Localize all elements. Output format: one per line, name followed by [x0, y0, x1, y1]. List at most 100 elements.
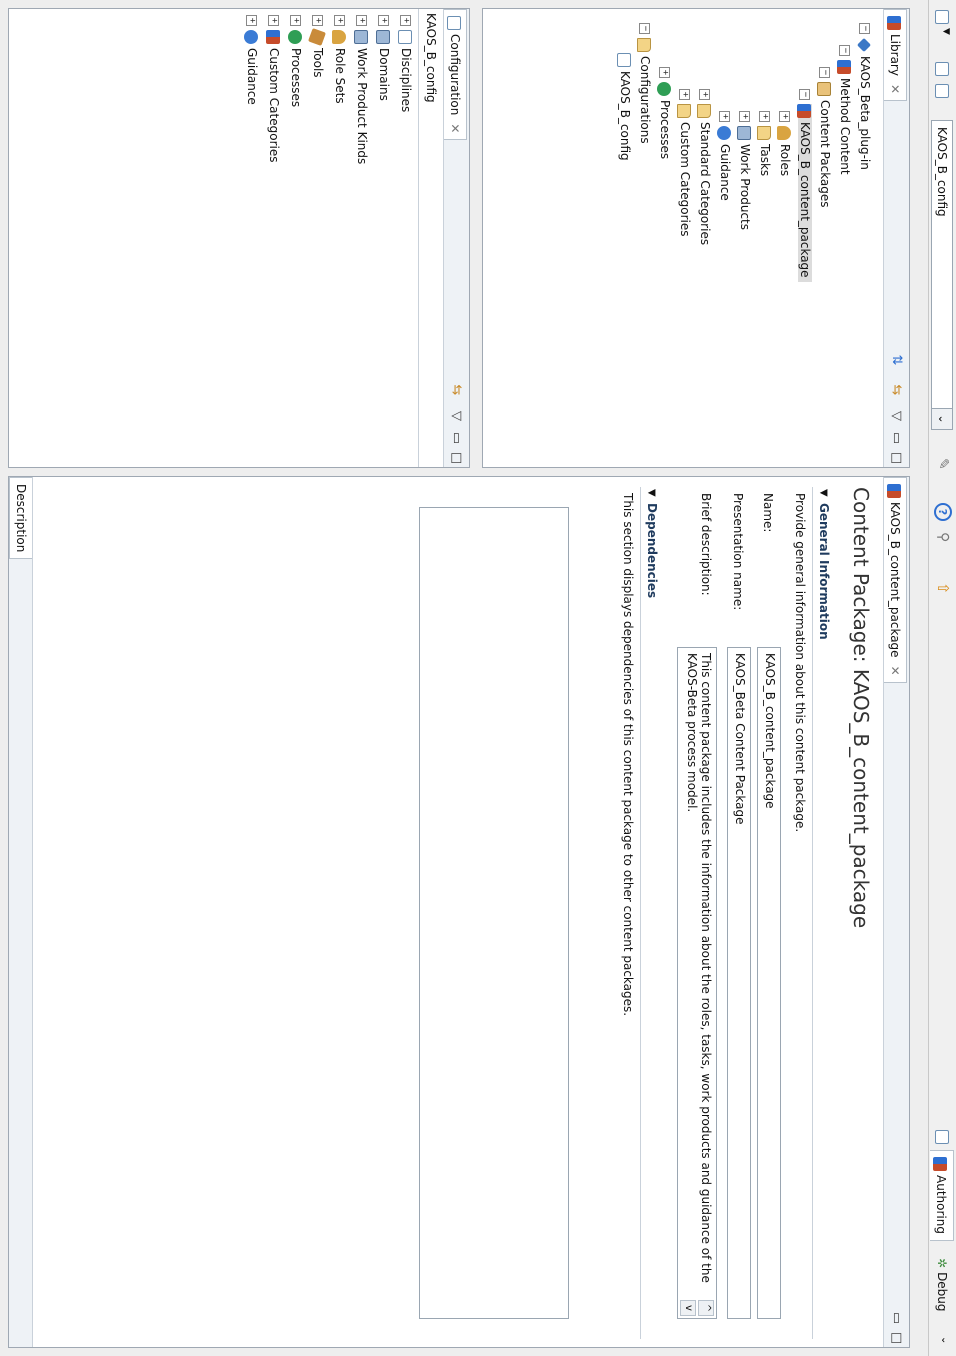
- expand-icon[interactable]: +: [400, 15, 411, 26]
- expand-icon[interactable]: +: [719, 111, 730, 122]
- library-view-header: Library ✕ ⇅ ⇆ ▽ ▭ □: [883, 9, 909, 467]
- config-tree-custom-categories[interactable]: + Custom Categories: [264, 15, 284, 162]
- tree-item-label: KAOS_B_config: [618, 71, 632, 161]
- tab-description[interactable]: Description: [9, 477, 32, 560]
- tree-item-work-products[interactable]: + Work Products: [735, 111, 755, 230]
- expand-icon[interactable]: +: [268, 15, 279, 26]
- close-icon[interactable]: ✕: [888, 84, 902, 94]
- perspective-overflow-icon[interactable]: ⌄: [939, 1336, 950, 1344]
- config-select[interactable]: KAOS_B_config ⌄: [931, 120, 953, 430]
- expand-icon[interactable]: +: [679, 89, 690, 100]
- link-editor-icon[interactable]: ⇆: [887, 381, 905, 399]
- dependencies-list[interactable]: [419, 507, 569, 1319]
- chevron-down-icon[interactable]: ⌄: [932, 408, 952, 429]
- collapse-icon[interactable]: −: [859, 23, 870, 34]
- tree-item-configurations[interactable]: − Configurations: [635, 23, 655, 144]
- scroll-up-icon[interactable]: ^: [698, 1300, 714, 1316]
- collapse-icon[interactable]: −: [639, 23, 650, 34]
- maximize-icon[interactable]: □: [887, 1329, 905, 1347]
- presentation-name-value: KAOS_Beta Content Package: [733, 653, 747, 825]
- open-config-icon[interactable]: [935, 62, 949, 76]
- work-product-kinds-icon: [354, 30, 369, 44]
- guidance-icon: [244, 30, 259, 44]
- section-toggle-icon[interactable]: ▼: [646, 489, 657, 497]
- collapse-icon[interactable]: −: [799, 89, 810, 100]
- dropdown-arrow-icon[interactable]: ▼: [941, 28, 951, 35]
- tree-item-guidance[interactable]: + Guidance: [715, 111, 735, 201]
- expand-icon[interactable]: +: [759, 111, 770, 122]
- close-icon[interactable]: ✕: [888, 666, 902, 676]
- collapse-all-icon[interactable]: ⇅: [887, 351, 905, 369]
- tree-item-custom-categories[interactable]: + Custom Categories: [675, 89, 695, 236]
- open-perspective-icon[interactable]: [935, 1130, 949, 1144]
- perspective-authoring[interactable]: Authoring: [930, 1150, 954, 1241]
- config-tree-guidance[interactable]: + Guidance: [242, 15, 262, 105]
- view-menu-icon[interactable]: ▽: [447, 407, 465, 425]
- plugin-icon: [857, 37, 872, 53]
- expand-icon[interactable]: +: [378, 15, 389, 26]
- config-tree-domains[interactable]: + Domains: [374, 15, 394, 101]
- edit-icon[interactable]: ✎: [935, 458, 951, 470]
- collapse-icon[interactable]: −: [839, 45, 850, 56]
- link-editor-icon[interactable]: ⇆: [447, 381, 465, 399]
- scroll-down-icon[interactable]: v: [680, 1300, 696, 1316]
- config-root-label: KAOS_B_config: [424, 13, 438, 103]
- view-menu-icon[interactable]: ▽: [887, 407, 905, 425]
- collapse-icon[interactable]: −: [819, 67, 830, 78]
- tree-item-config[interactable]: KAOS_B_config: [615, 53, 635, 161]
- tree-item-label: Tools: [311, 48, 325, 78]
- config-tree-tools[interactable]: + Tools: [308, 15, 328, 78]
- minimize-icon[interactable]: ▭: [887, 429, 905, 447]
- navigate-up-icon[interactable]: ⇧: [934, 582, 952, 595]
- configuration-view-header: Configuration ✕ ⇆ ▽ ▭ □: [443, 9, 469, 467]
- disciplines-icon: [398, 30, 413, 44]
- tab-content-package[interactable]: KAOS_B_content_package ✕: [884, 477, 907, 683]
- publish-icon[interactable]: [935, 84, 949, 98]
- tree-item-plugin[interactable]: − KAOS_Beta_plug-in: [855, 23, 875, 170]
- expand-icon[interactable]: +: [659, 67, 670, 78]
- tree-item-label: Custom Categories: [678, 122, 692, 237]
- close-icon[interactable]: ✕: [448, 123, 462, 133]
- tree-item-roles[interactable]: + Roles: [775, 111, 795, 176]
- tree-item-content-packages[interactable]: − Content Packages: [815, 67, 835, 208]
- expand-icon[interactable]: +: [699, 89, 710, 100]
- config-tree-wp-kinds[interactable]: + Work Product Kinds: [352, 15, 372, 164]
- content-package-editor: KAOS_B_content_package ✕ ▭ □ Content Pack…: [8, 476, 910, 1348]
- tree-item-method-content[interactable]: − Method Content: [835, 45, 855, 175]
- expand-icon[interactable]: +: [312, 15, 323, 26]
- search-help-icon[interactable]: ⚲: [935, 532, 951, 542]
- tree-item-standard-categories[interactable]: + Standard Categories: [695, 89, 715, 245]
- config-tree-role-sets[interactable]: + Role Sets: [330, 15, 350, 104]
- config-icon: [617, 53, 632, 67]
- expand-icon[interactable]: +: [246, 15, 257, 26]
- tree-item-content-package[interactable]: − KAOS_B_content_package: [795, 89, 815, 282]
- presentation-name-field[interactable]: KAOS_Beta Content Package: [727, 647, 751, 1319]
- section-toggle-icon[interactable]: ▼: [818, 489, 829, 497]
- expand-icon[interactable]: +: [779, 111, 790, 122]
- expand-icon[interactable]: +: [290, 15, 301, 26]
- expand-icon[interactable]: +: [356, 15, 367, 26]
- config-tree-processes[interactable]: + Processes: [286, 15, 306, 107]
- roles-folder-icon: [777, 126, 792, 140]
- tree-item-processes[interactable]: + Processes: [655, 67, 675, 159]
- maximize-icon[interactable]: □: [447, 449, 465, 467]
- config-tree-area: + Disciplines + Domains + Work Product Kind…: [9, 9, 419, 467]
- config-tree-disciplines[interactable]: + Disciplines: [396, 15, 416, 112]
- editor-title: Content Package: KAOS_B_content_package: [849, 487, 873, 929]
- expand-icon[interactable]: +: [739, 111, 750, 122]
- library-tab-icon: [887, 16, 902, 30]
- tab-configuration[interactable]: Configuration ✕: [444, 9, 467, 141]
- tree-item-tasks[interactable]: + Tasks: [755, 111, 775, 176]
- name-field[interactable]: KAOS_B_content_package: [757, 647, 781, 1319]
- minimize-icon[interactable]: ▭: [887, 1309, 905, 1327]
- tab-library[interactable]: Library ✕: [884, 9, 907, 102]
- perspective-debug[interactable]: ✲ Debug: [930, 1252, 954, 1318]
- brief-description-field[interactable]: This content package includes the inform…: [677, 647, 717, 1319]
- expand-icon[interactable]: +: [334, 15, 345, 26]
- help-icon[interactable]: ?: [934, 503, 952, 521]
- minimize-icon[interactable]: ▭: [447, 429, 465, 447]
- maximize-icon[interactable]: □: [887, 449, 905, 467]
- new-element-icon[interactable]: [935, 10, 949, 24]
- configuration-tab-label: Configuration: [448, 34, 462, 116]
- authoring-perspective-icon: [933, 1157, 948, 1171]
